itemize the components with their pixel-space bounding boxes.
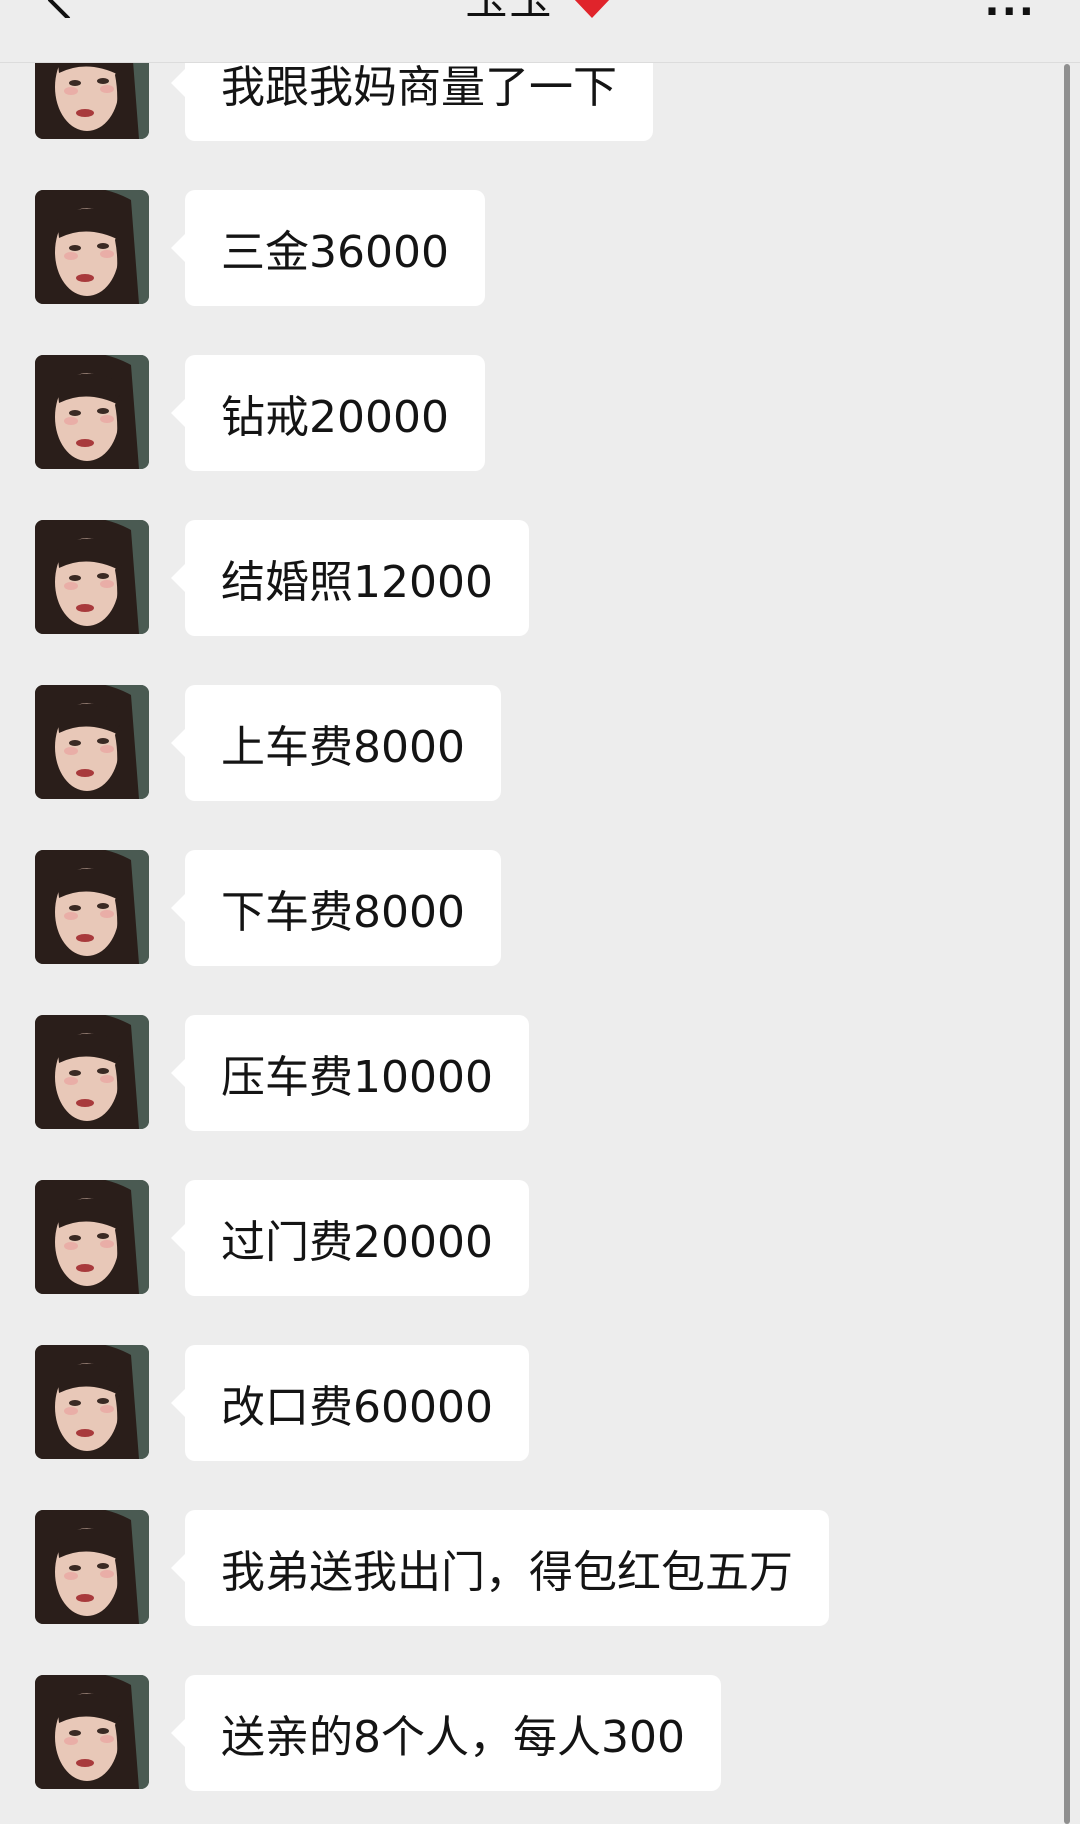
message-bubble[interactable]: 上车费8000 xyxy=(171,685,501,801)
avatar[interactable] xyxy=(35,1510,149,1624)
avatar[interactable] xyxy=(35,190,149,304)
message-bubble[interactable]: 结婚照12000 xyxy=(171,520,529,636)
message-row: 送亲的8个人，每人300 xyxy=(0,1675,1040,1791)
avatar[interactable] xyxy=(35,1675,149,1789)
message-text: 上车费8000 xyxy=(221,722,465,773)
message-row: 改口费60000 xyxy=(0,1345,1040,1461)
message-row: 上车费8000 xyxy=(0,685,1040,801)
message-bubble[interactable]: 送亲的8个人，每人300 xyxy=(171,1675,721,1791)
more-options-button[interactable]: ··· xyxy=(984,0,1036,32)
message-row: 下车费8000 xyxy=(0,850,1040,966)
chat-title: 玉玉 xyxy=(0,0,1080,30)
message-bubble[interactable]: 过门费20000 xyxy=(171,1180,529,1296)
message-bubble[interactable]: 三金36000 xyxy=(171,190,485,306)
message-row: 过门费20000 xyxy=(0,1180,1040,1296)
message-row: 我弟送我出门，得包红包五万 xyxy=(0,1510,1040,1626)
red-heart-icon xyxy=(569,0,615,30)
message-text: 改口费60000 xyxy=(221,1382,493,1433)
scrollbar[interactable] xyxy=(1064,64,1070,1824)
message-bubble[interactable]: 钻戒20000 xyxy=(171,355,485,471)
avatar[interactable] xyxy=(35,685,149,799)
message-text: 送亲的8个人，每人300 xyxy=(221,1712,685,1763)
message-bubble[interactable]: 压车费10000 xyxy=(171,1015,529,1131)
message-text: 我弟送我出门，得包红包五万 xyxy=(221,1547,793,1598)
message-row: 压车费10000 xyxy=(0,1015,1040,1131)
message-text: 三金36000 xyxy=(221,227,449,278)
avatar[interactable] xyxy=(35,1180,149,1294)
message-text: 下车费8000 xyxy=(221,887,465,938)
message-text: 钻戒20000 xyxy=(221,392,449,443)
message-row: 结婚照12000 xyxy=(0,520,1040,636)
message-bubble[interactable]: 我弟送我出门，得包红包五万 xyxy=(171,1510,829,1626)
top-navigation-bar: 玉玉 ··· xyxy=(0,0,1080,63)
message-row: 三金36000 xyxy=(0,190,1040,306)
message-text: 结婚照12000 xyxy=(221,557,493,608)
avatar[interactable] xyxy=(35,1345,149,1459)
chat-screen: 我跟我妈商量了一下 三金36000 钻戒20000 结婚照12000 上车费80… xyxy=(0,0,1080,1824)
message-bubble[interactable]: 下车费8000 xyxy=(171,850,501,966)
message-row: 钻戒20000 xyxy=(0,355,1040,471)
avatar[interactable] xyxy=(35,355,149,469)
avatar[interactable] xyxy=(35,520,149,634)
avatar[interactable] xyxy=(35,1015,149,1129)
message-text: 过门费20000 xyxy=(221,1217,493,1268)
message-bubble[interactable]: 改口费60000 xyxy=(171,1345,529,1461)
message-text: 压车费10000 xyxy=(221,1052,493,1103)
contact-name: 玉玉 xyxy=(465,0,553,24)
more-dots-icon: ··· xyxy=(984,0,1036,35)
avatar[interactable] xyxy=(35,850,149,964)
